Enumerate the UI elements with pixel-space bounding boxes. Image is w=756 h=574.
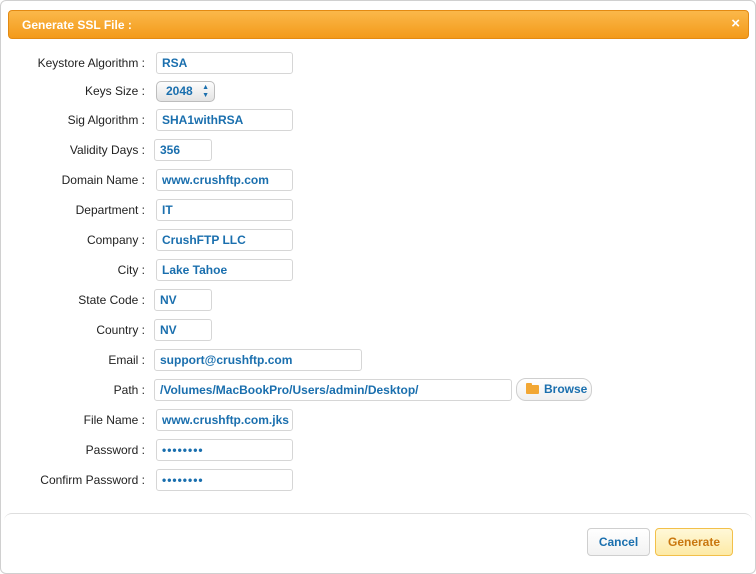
sig-algorithm-label: Sig Algorithm : <box>67 113 145 127</box>
city-label: City : <box>117 263 145 277</box>
folder-icon <box>526 383 539 394</box>
cancel-button[interactable]: Cancel <box>587 528 650 556</box>
file-name-input[interactable] <box>156 409 293 431</box>
file-name-label: File Name : <box>83 413 145 427</box>
company-label: Company : <box>86 233 145 247</box>
keys-size-select[interactable]: 2048 ▲ ▼ <box>156 81 215 102</box>
validity-days-input[interactable] <box>154 139 212 161</box>
state-code-input[interactable] <box>154 289 212 311</box>
city-input[interactable] <box>156 259 293 281</box>
up-down-arrows-icon: ▲ ▼ <box>202 84 209 99</box>
state-code-label: State Code : <box>78 293 145 307</box>
keystore-algorithm-input[interactable] <box>156 52 293 74</box>
confirm-password-label: Confirm Password : <box>40 473 145 487</box>
domain-name-label: Domain Name : <box>61 173 145 187</box>
path-input[interactable] <box>154 379 512 401</box>
validity-days-label: Validity Days : <box>69 143 145 157</box>
dialog-titlebar: Generate SSL File : × <box>8 10 749 39</box>
dialog-title: Generate SSL File : <box>22 18 132 32</box>
close-icon[interactable]: × <box>731 16 740 32</box>
browse-button[interactable]: Browse <box>516 378 592 401</box>
country-label: Country : <box>96 323 145 337</box>
keys-size-label: Keys Size : <box>84 84 145 98</box>
keystore-algorithm-label: Keystore Algorithm : <box>37 56 145 70</box>
browse-label: Browse <box>544 382 588 396</box>
sig-algorithm-input[interactable] <box>156 109 293 131</box>
password-input[interactable] <box>156 439 293 461</box>
path-label: Path : <box>113 383 145 397</box>
password-label: Password : <box>85 443 145 457</box>
country-input[interactable] <box>154 319 212 341</box>
company-input[interactable] <box>156 229 293 251</box>
generate-ssl-dialog: Generate SSL File : × Keystore Algorithm… <box>0 0 756 574</box>
keys-size-value: 2048 <box>166 84 193 98</box>
email-label: Email : <box>108 353 145 367</box>
generate-button[interactable]: Generate <box>655 528 733 556</box>
email-input[interactable] <box>154 349 362 371</box>
department-label: Department : <box>75 203 145 217</box>
department-input[interactable] <box>156 199 293 221</box>
domain-name-input[interactable] <box>156 169 293 191</box>
confirm-password-input[interactable] <box>156 469 293 491</box>
